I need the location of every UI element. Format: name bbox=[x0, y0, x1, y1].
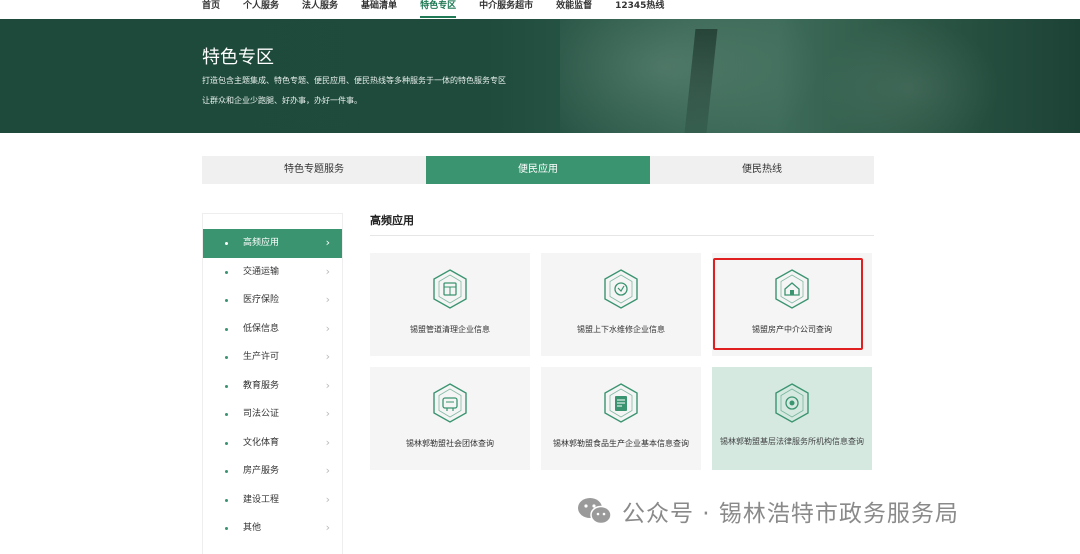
app-card-social-organization[interactable]: 锡林郭勒盟社会团体查询 bbox=[370, 367, 530, 470]
sidebar-item-label: 医疗保险 bbox=[243, 295, 280, 305]
app-card-legal-service[interactable]: 锡林郭勒盟基层法律服务所机构信息查询 bbox=[712, 367, 872, 470]
app-card-food-production[interactable]: 锡林郭勒盟食品生产企业基本信息查询 bbox=[541, 367, 701, 470]
sidebar-item-label: 高频应用 bbox=[243, 238, 280, 248]
section-divider bbox=[370, 235, 874, 236]
sidebar-item-education[interactable]: 教育服务 › bbox=[203, 372, 342, 401]
sidebar-item-medical-insurance[interactable]: 医疗保险 › bbox=[203, 286, 342, 315]
nav-item-home[interactable]: 首页 bbox=[202, 0, 220, 19]
sidebar-item-label: 建设工程 bbox=[243, 494, 280, 505]
sidebar-item-real-estate[interactable]: 房产服务 › bbox=[203, 457, 342, 486]
watermark: 公众号 · 锡林浩特市政务服务局 bbox=[576, 494, 959, 528]
service-tabs: 特色专题服务 便民应用 便民热线 bbox=[202, 156, 874, 184]
sidebar-item-notary[interactable]: 司法公证 › bbox=[203, 400, 342, 429]
banner-description: 打造包含主题集成、特色专题、便民应用、便民热线等多种服务于一体的特色服务专区 bbox=[202, 76, 506, 85]
nav-item-efficiency[interactable]: 效能监督 bbox=[556, 0, 592, 19]
food-production-icon bbox=[604, 383, 638, 423]
nav-item-special-zone[interactable]: 特色专区 bbox=[420, 0, 457, 19]
hero-banner: 特色专区 打造包含主题集成、特色专题、便民应用、便民热线等多种服务于一体的特色服… bbox=[0, 19, 1080, 133]
sidebar-item-label: 房产服务 bbox=[243, 466, 280, 476]
card-label: 锡盟管道清理企业信息 bbox=[410, 325, 490, 334]
bullet-icon bbox=[225, 498, 228, 502]
highlight-annotation-box bbox=[713, 258, 863, 350]
watermark-text: 公众号 · 锡林浩特市政务服务局 bbox=[622, 501, 959, 527]
chevron-right-icon: › bbox=[325, 293, 330, 306]
top-nav-items: 首页 个人服务 法人服务 基础清单 特色专区 中介服务超市 效能监督 12345… bbox=[202, 0, 687, 19]
sidebar-item-label: 其他 bbox=[243, 523, 262, 533]
bullet-icon bbox=[225, 356, 228, 359]
nav-item-basic-list[interactable]: 基础清单 bbox=[361, 0, 397, 19]
chevron-right-icon: › bbox=[325, 264, 330, 278]
sidebar-item-label: 生产许可 bbox=[243, 352, 280, 362]
chevron-right-icon: › bbox=[325, 521, 330, 534]
pipe-cleaning-icon bbox=[433, 269, 467, 309]
sidebar-item-label: 低保信息 bbox=[243, 323, 280, 334]
nav-item-agency-market[interactable]: 中介服务超市 bbox=[479, 0, 533, 19]
bullet-icon bbox=[225, 441, 228, 445]
sidebar-item-production-license[interactable]: 生产许可 › bbox=[203, 343, 342, 372]
bullet-icon bbox=[225, 470, 228, 473]
category-sidebar: 高频应用 › 交通运输 › 医疗保险 › 低保信息 › 生产许可 › 教育服务 … bbox=[202, 213, 343, 554]
wechat-logo-icon bbox=[578, 498, 612, 525]
nav-item-hotline[interactable]: 12345热线 bbox=[615, 0, 664, 19]
sidebar-item-construction[interactable]: 建设工程 › bbox=[203, 486, 342, 515]
chevron-right-icon: › bbox=[325, 378, 330, 392]
chevron-right-icon: › bbox=[325, 236, 330, 249]
top-navigation: 首页 个人服务 法人服务 基础清单 特色专区 中介服务超市 效能监督 12345… bbox=[0, 0, 1080, 19]
app-card-plumbing-repair[interactable]: 锡盟上下水维修企业信息 bbox=[541, 253, 701, 356]
card-label: 锡林郭勒盟基层法律服务所机构信息查询 bbox=[720, 437, 864, 446]
bullet-icon bbox=[225, 527, 228, 530]
bullet-icon bbox=[225, 270, 228, 274]
chevron-right-icon: › bbox=[325, 464, 330, 477]
banner-description: 让群众和企业少跑腿、好办事，办好一件事。 bbox=[202, 96, 362, 105]
plumbing-repair-icon bbox=[604, 269, 638, 309]
bullet-icon bbox=[225, 242, 228, 245]
chevron-right-icon: › bbox=[325, 350, 330, 363]
banner-decoration bbox=[820, 19, 1000, 133]
section-title: 高频应用 bbox=[370, 214, 414, 227]
bullet-icon bbox=[225, 384, 228, 388]
legal-service-icon bbox=[775, 383, 809, 423]
tab-special-topics[interactable]: 特色专题服务 bbox=[202, 156, 426, 184]
page-title: 特色专区 bbox=[202, 47, 274, 68]
sidebar-item-high-frequency[interactable]: 高频应用 › bbox=[203, 229, 342, 258]
sidebar-item-label: 教育服务 bbox=[243, 380, 280, 391]
sidebar-item-culture-sports[interactable]: 文化体育 › bbox=[203, 429, 342, 458]
bullet-icon bbox=[225, 299, 228, 302]
sidebar-item-subsistence[interactable]: 低保信息 › bbox=[203, 315, 342, 344]
chevron-right-icon: › bbox=[325, 435, 330, 449]
chevron-right-icon: › bbox=[325, 407, 330, 420]
chevron-right-icon: › bbox=[325, 321, 330, 335]
sidebar-item-transport[interactable]: 交通运输 › bbox=[203, 258, 342, 287]
sidebar-item-other[interactable]: 其他 › bbox=[203, 514, 342, 543]
social-organization-icon bbox=[433, 383, 467, 423]
tab-convenience-apps[interactable]: 便民应用 bbox=[426, 156, 650, 184]
card-label: 锡林郭勒盟社会团体查询 bbox=[406, 439, 494, 448]
sidebar-item-label: 司法公证 bbox=[243, 409, 280, 419]
tab-hotline[interactable]: 便民热线 bbox=[650, 156, 874, 184]
app-card-pipe-cleaning[interactable]: 锡盟管道清理企业信息 bbox=[370, 253, 530, 356]
bullet-icon bbox=[225, 327, 228, 331]
sidebar-item-label: 交通运输 bbox=[243, 266, 280, 277]
chevron-right-icon: › bbox=[325, 492, 330, 506]
card-label: 锡盟上下水维修企业信息 bbox=[577, 325, 665, 334]
card-label: 锡林郭勒盟食品生产企业基本信息查询 bbox=[553, 439, 689, 448]
nav-item-legal-person[interactable]: 法人服务 bbox=[302, 0, 338, 19]
nav-item-personal[interactable]: 个人服务 bbox=[243, 0, 279, 19]
bullet-icon bbox=[225, 413, 228, 416]
sidebar-item-label: 文化体育 bbox=[243, 437, 280, 448]
